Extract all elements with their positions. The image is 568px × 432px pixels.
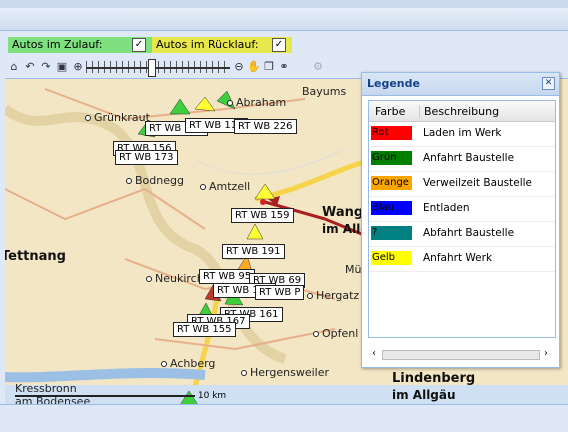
vehicle-label[interactable]: RT WB P — [255, 285, 305, 300]
color-swatch: Blau — [371, 201, 412, 215]
filter-ruecklauf-label: Autos im Rücklauf: — [156, 38, 259, 51]
row-desc: Entladen — [423, 202, 470, 214]
place-hergatz: Hergatz — [307, 289, 359, 302]
legend-hscrollbar[interactable]: ‹ › — [368, 348, 554, 361]
table-row[interactable]: ? Abfahrt Baustelle — [369, 222, 555, 247]
col-header-color[interactable]: Farbe — [375, 105, 405, 118]
row-desc: Verweilzeit Baustelle — [423, 177, 533, 189]
zoom-out-icon[interactable]: ⊖ — [232, 60, 246, 74]
place-opfenbach: Opfenl — [313, 327, 358, 340]
place-hergensweiler: Hergensweiler — [241, 366, 329, 379]
table-row[interactable]: Rot Laden im Werk — [369, 122, 555, 147]
place-achberg: Achberg — [161, 357, 215, 370]
scale-bar: 10 km — [15, 391, 226, 401]
place-gruenkraut: Grünkraut — [85, 111, 150, 124]
place-mue: Mü — [345, 263, 362, 276]
place-lindenberg-suffix: im Allgäu — [392, 388, 456, 402]
scroll-left-icon[interactable]: ‹ — [368, 348, 380, 359]
color-swatch: Grün — [371, 151, 412, 165]
col-header-desc[interactable]: Beschreibung — [419, 105, 499, 118]
vehicle-label[interactable]: RT WB 191 — [222, 244, 285, 259]
zulauf-checkbox[interactable]: ✓ — [132, 38, 146, 52]
place-bayums: Bayums — [302, 85, 347, 98]
filter-ruecklauf: Autos im Rücklauf: ✓ — [152, 37, 292, 53]
place-tettnang: Tettnang — [5, 249, 66, 264]
color-swatch: ? — [371, 226, 412, 240]
table-row[interactable]: Gelb Anfahrt Werk — [369, 247, 555, 272]
zoom-extent-icon[interactable]: ▣ — [55, 60, 69, 74]
filter-zulauf-label: Autos im Zulauf: — [12, 38, 103, 51]
table-row[interactable]: Grün Anfahrt Baustelle — [369, 147, 555, 172]
row-desc: Anfahrt Werk — [423, 252, 493, 264]
ruecklauf-checkbox[interactable]: ✓ — [272, 38, 286, 52]
place-abraham: Abraham — [227, 96, 286, 109]
legend-grid-header: Farbe Beschreibung — [369, 101, 555, 122]
pan-hand-icon[interactable]: ✋ — [247, 60, 261, 74]
vehicle-label[interactable]: RT WB 95 — [199, 269, 256, 284]
legend-header[interactable]: Legende ✕ — [362, 73, 559, 96]
vehicle-label[interactable]: RT WB 173 — [115, 150, 178, 165]
binoculars-icon[interactable]: ⚭ — [277, 60, 291, 74]
vehicle-label[interactable]: RT WB 155 — [173, 322, 236, 337]
place-neukirch: Neukirch — [146, 272, 204, 285]
legend-window: Legende ✕ Farbe Beschreibung Rot Laden i… — [361, 72, 560, 368]
close-icon[interactable]: ✕ — [542, 77, 555, 90]
color-swatch: Gelb — [371, 251, 412, 265]
place-lindenberg: Lindenberg — [392, 371, 476, 386]
color-swatch: Orange — [371, 176, 412, 190]
scale-label: 10 km — [197, 391, 227, 401]
undo-icon[interactable]: ↶ — [23, 60, 37, 74]
vehicle-label[interactable]: RT WB 159 — [231, 208, 294, 223]
row-desc: Anfahrt Baustelle — [423, 152, 515, 164]
place-bodnegg: Bodnegg — [126, 174, 184, 187]
layers-icon[interactable]: ❐ — [262, 60, 276, 74]
row-desc: Abfahrt Baustelle — [423, 227, 515, 239]
settings-gear-icon[interactable]: ⚙ — [311, 60, 325, 74]
zoom-slider-thumb[interactable] — [148, 59, 156, 77]
legend-grid: Farbe Beschreibung Rot Laden im Werk Grü… — [368, 100, 556, 338]
table-row[interactable]: Orange Verweilzeit Baustelle — [369, 172, 555, 197]
place-amtzell: Amtzell — [200, 180, 250, 193]
row-desc: Laden im Werk — [423, 127, 502, 139]
filter-bar: Autos im Zulauf: ✓ Autos im Rücklauf: ✓ — [0, 31, 568, 58]
table-row[interactable]: Blau Entladen — [369, 197, 555, 222]
scroll-right-icon[interactable]: › — [540, 348, 552, 359]
color-swatch: Rot — [371, 126, 412, 140]
home-icon[interactable]: ⌂ — [7, 60, 21, 74]
status-bar — [0, 404, 568, 432]
legend-title: Legende — [367, 77, 420, 90]
zoom-in-icon[interactable]: ⊕ — [71, 60, 85, 74]
filter-zulauf: Autos im Zulauf: ✓ — [8, 37, 152, 53]
panel-header — [0, 8, 568, 31]
redo-icon[interactable]: ↷ — [39, 60, 53, 74]
zoom-slider[interactable] — [86, 67, 230, 69]
vehicle-label[interactable]: RT WB 226 — [234, 119, 297, 134]
scroll-track[interactable] — [382, 350, 540, 360]
place-wang: Wang — [322, 205, 364, 220]
